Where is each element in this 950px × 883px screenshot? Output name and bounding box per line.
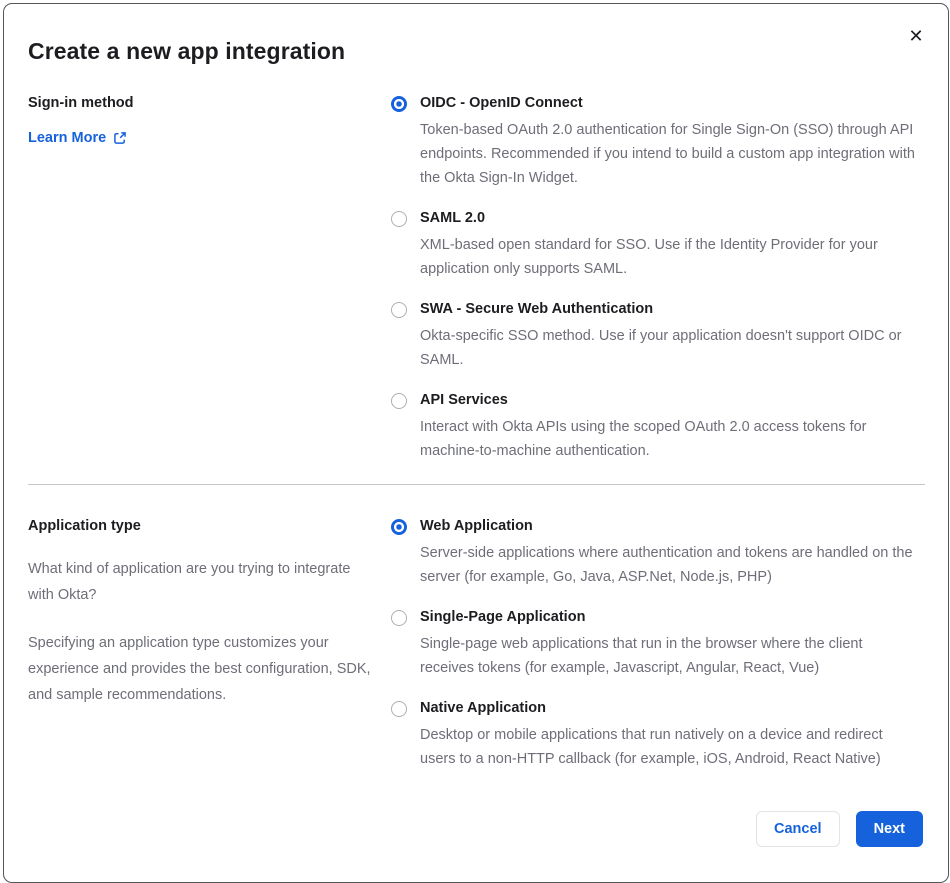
radio-icon-web-application[interactable]: [391, 519, 407, 535]
radio-option-saml[interactable]: SAML 2.0 XML-based open standard for SSO…: [391, 210, 925, 281]
external-link-icon: [113, 131, 127, 145]
radio-option-swa[interactable]: SWA - Secure Web Authentication Okta-spe…: [391, 301, 925, 372]
radio-description-saml: XML-based open standard for SSO. Use if …: [420, 237, 878, 277]
radio-description-single-page-application: Single-page web applications that run in…: [420, 636, 863, 676]
application-type-left-column: Application type What kind of applicatio…: [28, 518, 391, 708]
learn-more-label: Learn More: [28, 130, 107, 146]
signin-method-options: OIDC - OpenID Connect Token-based OAuth …: [391, 95, 925, 463]
radio-description-api-services: Interact with Okta APIs using the scoped…: [420, 419, 867, 459]
dialog-title: Create a new app integration: [28, 38, 346, 64]
application-type-options: Web Application Server-side applications…: [391, 518, 925, 771]
radio-icon-native-application[interactable]: [391, 701, 407, 717]
radio-option-single-page-application[interactable]: Single-Page Application Single-page web …: [391, 609, 925, 680]
radio-option-web-application[interactable]: Web Application Server-side applications…: [391, 518, 925, 589]
application-type-paragraph-2: Specifying an application type customize…: [28, 635, 371, 703]
radio-label-native-application[interactable]: Native Application: [420, 700, 920, 717]
radio-label-api-services[interactable]: API Services: [420, 392, 920, 409]
radio-label-oidc[interactable]: OIDC - OpenID Connect: [420, 95, 920, 112]
next-button[interactable]: Next: [855, 811, 923, 847]
application-type-heading: Application type: [28, 518, 141, 534]
dialog-footer: Cancel Next: [28, 811, 925, 847]
radio-description-oidc: Token-based OAuth 2.0 authentication for…: [420, 122, 915, 186]
close-icon[interactable]: ✕: [902, 22, 930, 50]
radio-icon-saml[interactable]: [391, 211, 407, 227]
radio-icon-oidc[interactable]: [391, 96, 407, 112]
radio-label-saml[interactable]: SAML 2.0: [420, 210, 920, 227]
cancel-button[interactable]: Cancel: [756, 811, 840, 847]
signin-method-section: Sign-in method Learn More OIDC - OpenID …: [28, 95, 925, 463]
create-app-integration-dialog: ✕ Create a new app integration Sign-in m…: [3, 3, 949, 883]
radio-label-swa[interactable]: SWA - Secure Web Authentication: [420, 301, 920, 318]
radio-description-swa: Okta-specific SSO method. Use if your ap…: [420, 328, 902, 368]
radio-option-oidc[interactable]: OIDC - OpenID Connect Token-based OAuth …: [391, 95, 925, 190]
signin-method-heading: Sign-in method: [28, 95, 134, 111]
signin-method-left-column: Sign-in method Learn More: [28, 95, 391, 147]
radio-label-web-application[interactable]: Web Application: [420, 518, 920, 535]
radio-icon-api-services[interactable]: [391, 393, 407, 409]
learn-more-link[interactable]: Learn More: [28, 130, 127, 146]
application-type-paragraph-1: What kind of application are you trying …: [28, 561, 351, 603]
application-type-section: Application type What kind of applicatio…: [28, 518, 925, 771]
radio-icon-single-page-application[interactable]: [391, 610, 407, 626]
radio-option-native-application[interactable]: Native Application Desktop or mobile app…: [391, 700, 925, 771]
radio-label-single-page-application[interactable]: Single-Page Application: [420, 609, 920, 626]
radio-description-native-application: Desktop or mobile applications that run …: [420, 727, 883, 767]
section-divider: [28, 484, 925, 485]
radio-icon-swa[interactable]: [391, 302, 407, 318]
radio-option-api-services[interactable]: API Services Interact with Okta APIs usi…: [391, 392, 925, 463]
radio-description-web-application: Server-side applications where authentic…: [420, 545, 913, 585]
